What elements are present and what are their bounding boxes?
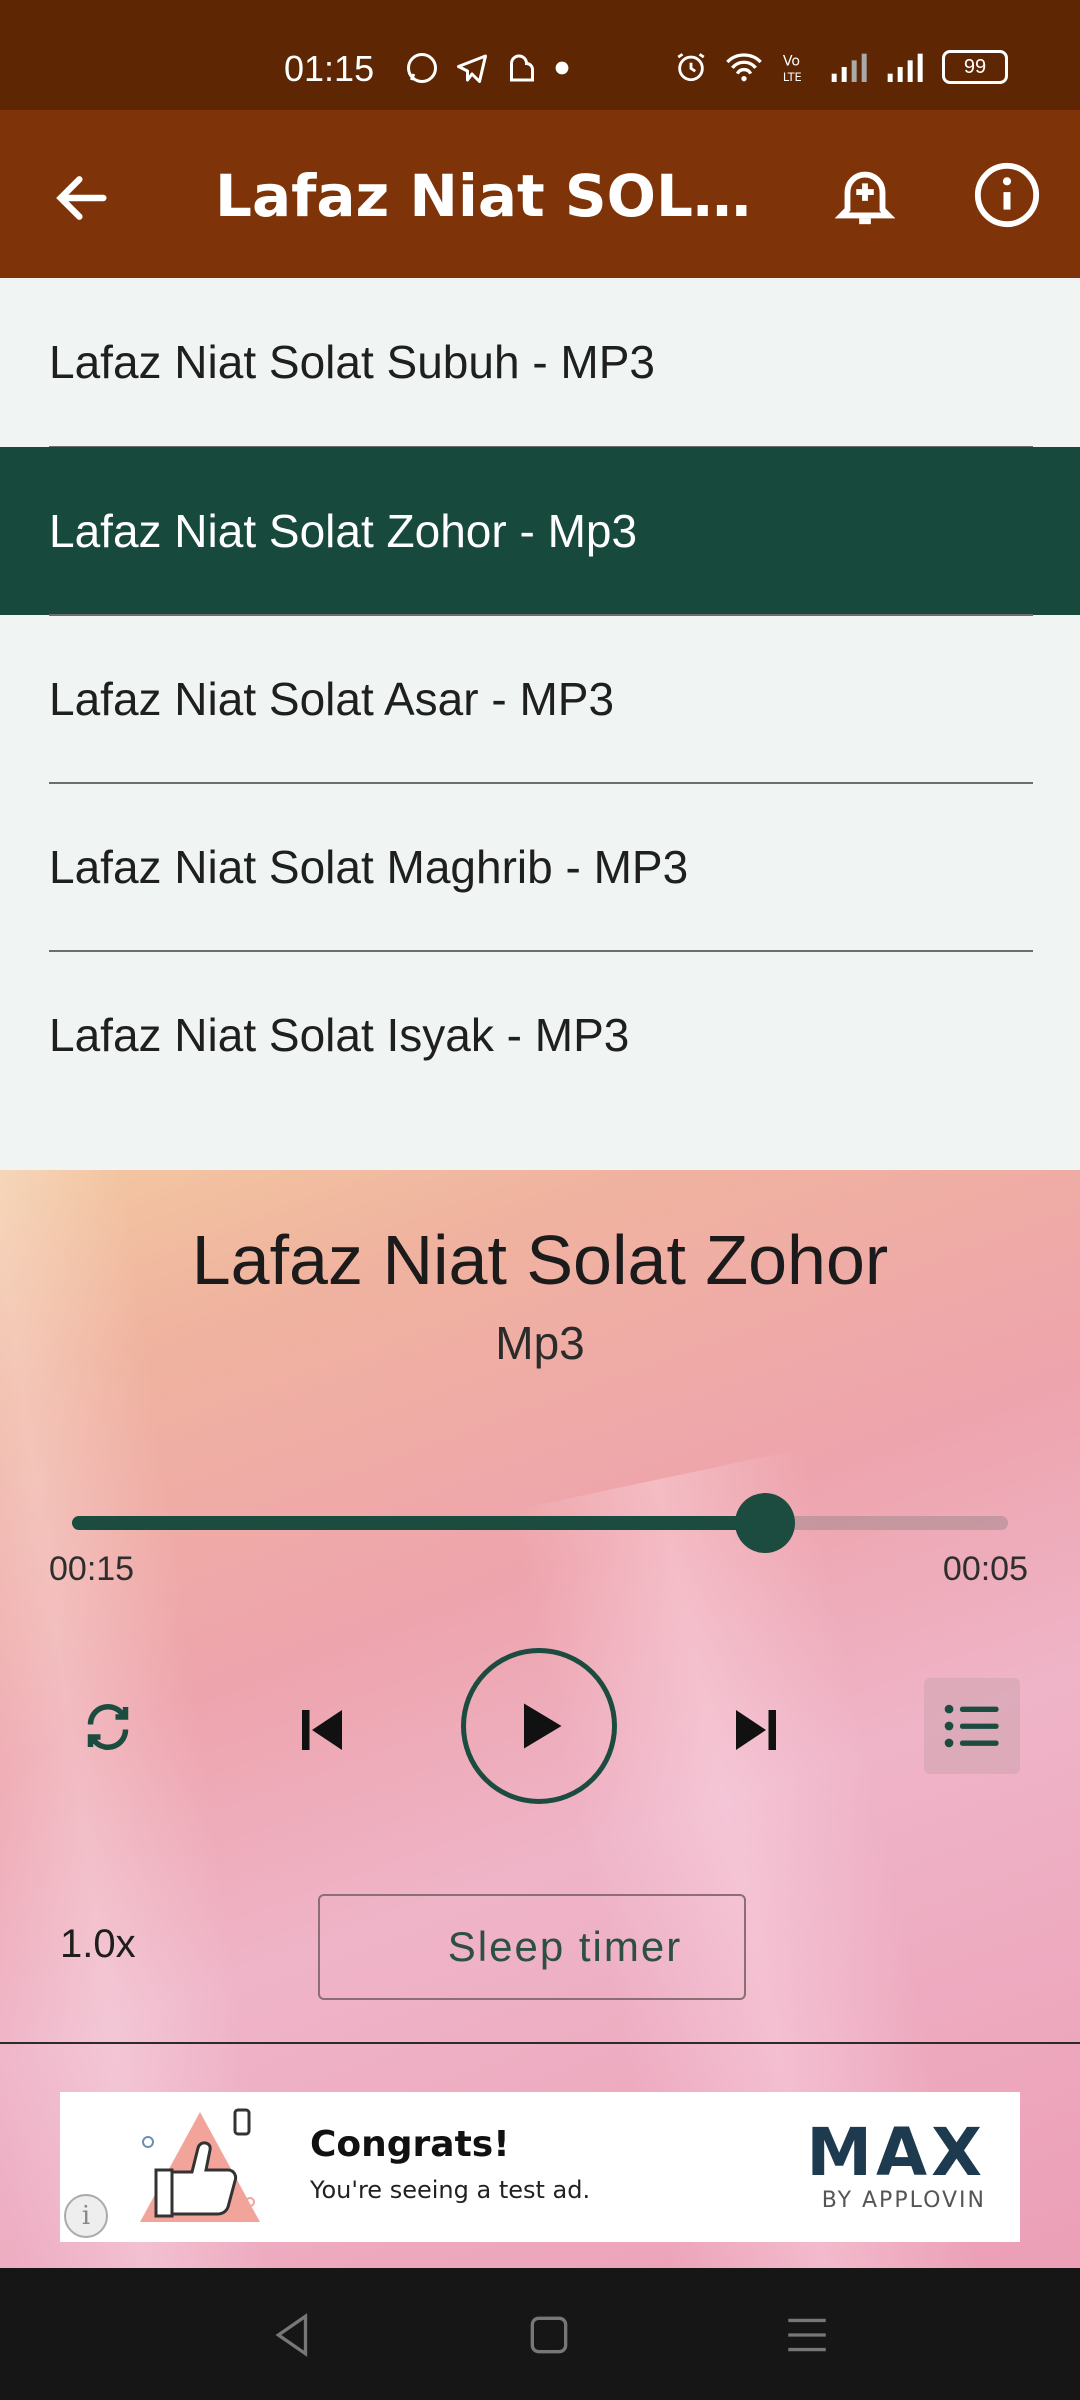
telegram-icon [457,54,487,83]
now-playing-subtitle: Mp3 [495,1317,585,1369]
sleep-timer-button[interactable]: Sleep timer [318,1894,746,2000]
list-item[interactable]: Lafaz Niat Solat Subuh - MP3 [0,278,1080,446]
list-item[interactable]: Lafaz Niat Solat Maghrib - MP3 [0,783,1080,951]
divider [0,2042,1080,2044]
track-label: Lafaz Niat Solat Maghrib - MP3 [49,841,689,893]
nav-menu-icon[interactable] [782,2310,832,2360]
list-icon [944,1704,999,1748]
seek-bar[interactable] [72,1493,1008,1553]
list-item-active[interactable]: Lafaz Niat Solat Zohor - Mp3 [0,447,1080,615]
sleep-timer-label: Sleep timer [447,1923,683,1970]
ad-brand-sub: BY APPLOVIN [821,2188,986,2213]
track-label: Lafaz Niat Solat Subuh - MP3 [49,336,655,388]
alarm-icon [677,53,705,82]
play-button[interactable] [461,1648,617,1804]
signal-2-icon [887,53,923,82]
battery-indicator: 99 [942,50,1008,84]
bell-add-icon[interactable] [830,160,900,230]
seek-thumb[interactable] [734,1493,795,1553]
time-elapsed: 00:15 [49,1550,135,1588]
seek-progress [72,1516,765,1530]
volte-icon: VoLTE [783,54,802,84]
track-label: Lafaz Niat Solat Isyak - MP3 [49,1009,630,1061]
thumbs-up-icon [140,2108,260,2222]
time-remaining: 00:05 [942,1550,1028,1588]
ad-info-icon[interactable]: i [64,2194,108,2238]
wifi-icon [726,53,762,82]
nav-home-icon[interactable] [524,2310,574,2360]
ad-subtitle: You're seeing a test ad. [310,2176,591,2204]
now-playing-title: Lafaz Niat Solat Zohor [191,1221,889,1299]
status-bar: 01:15 Vo LTE 99 [0,0,1080,110]
signal-1-icon [831,53,867,82]
svg-text:Vo: Vo [783,54,800,70]
nav-back-icon[interactable] [268,2310,318,2360]
app-notification-icon [510,54,534,82]
ad-title: Congrats! [310,2124,510,2165]
app-bar: Lafaz Niat SOLAT ... [0,110,1080,278]
page-title: Lafaz Niat SOLAT ... [215,162,755,230]
playback-speed[interactable]: 1.0x [60,1922,136,1967]
back-arrow-icon[interactable] [50,166,114,230]
ad-brand-logo: MAX [806,2114,986,2191]
info-icon[interactable] [972,160,1042,230]
status-notification-icons [404,50,570,86]
skip-previous-icon[interactable] [292,1700,352,1760]
svg-text:LTE: LTE [783,70,802,84]
track-label: Lafaz Niat Solat Zohor - Mp3 [49,505,638,557]
track-list: Lafaz Niat Solat Subuh - MP3 Lafaz Niat … [0,278,1080,1170]
skip-next-icon[interactable] [726,1700,786,1760]
whatsapp-icon [407,53,437,83]
player-panel: Lafaz Niat Solat Zohor Mp3 00:15 00:05 1… [0,1170,1080,2268]
track-label: Lafaz Niat Solat Asar - MP3 [49,673,615,725]
repeat-icon[interactable] [78,1697,138,1757]
list-item[interactable]: Lafaz Niat Solat Isyak - MP3 [0,951,1080,1119]
status-system-icons: Vo LTE 99 [674,50,1008,84]
moon-icon [390,1928,410,1966]
list-item[interactable]: Lafaz Niat Solat Asar - MP3 [0,615,1080,783]
status-time: 01:15 [284,48,375,89]
play-icon [524,1703,562,1749]
playlist-button[interactable] [924,1678,1020,1774]
system-nav-bar [0,2268,1080,2400]
dot-icon [555,61,569,75]
ad-banner[interactable]: Congrats! You're seeing a test ad. MAX B… [60,2092,1020,2242]
